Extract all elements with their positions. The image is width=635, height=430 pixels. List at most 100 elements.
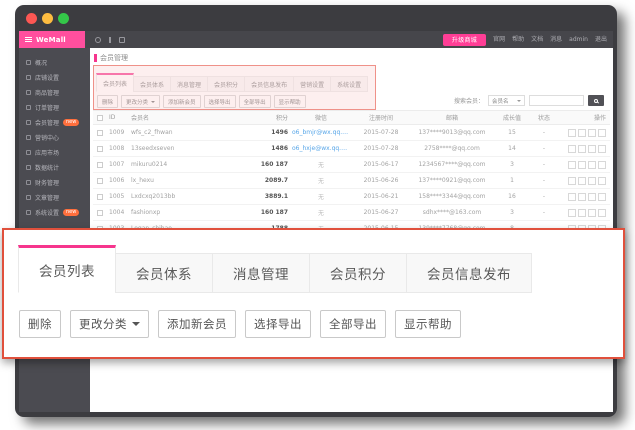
search-input[interactable] <box>529 95 584 106</box>
sidebar-item[interactable]: 订单管理 <box>19 100 90 115</box>
member-wechat[interactable]: o6_hxje@wx.qq.com <box>290 145 352 152</box>
member-tab[interactable]: 营销设置 <box>293 76 331 92</box>
message-icon[interactable] <box>578 145 586 153</box>
member-tab[interactable]: 会员积分 <box>207 76 245 92</box>
header-menu-item[interactable]: admin <box>569 34 588 46</box>
message-icon[interactable] <box>578 129 586 137</box>
message-icon[interactable] <box>578 193 586 201</box>
refresh-icon[interactable] <box>95 37 101 43</box>
row-checkbox[interactable] <box>97 210 103 216</box>
member-tab[interactable]: 会员体系 <box>115 253 213 293</box>
message-icon[interactable] <box>578 209 586 217</box>
header-menu-item[interactable]: 消息 <box>550 34 562 46</box>
close-window-button[interactable] <box>26 13 37 24</box>
member-wechat[interactable]: 无 <box>290 192 352 201</box>
upgrade-button[interactable]: 升级商城 <box>443 34 486 46</box>
header-menu-item[interactable]: 官网 <box>493 34 505 46</box>
member-status: - <box>530 129 558 136</box>
member-name[interactable]: wfs_c2_fhwan <box>129 129 238 136</box>
search-button[interactable] <box>588 95 604 106</box>
message-icon[interactable] <box>578 161 586 169</box>
toolbar-button[interactable]: 选择导出 <box>245 310 311 338</box>
message-icon[interactable] <box>578 177 586 185</box>
export-icon[interactable] <box>588 129 596 137</box>
member-name[interactable]: mikuru0214 <box>129 161 238 168</box>
export-icon[interactable] <box>588 209 596 217</box>
toolbar-button[interactable]: 显示帮助 <box>274 95 306 108</box>
toolbar-button[interactable]: 删除 <box>97 95 118 108</box>
toolbar-button[interactable]: 全部导出 <box>320 310 386 338</box>
member-email: 1234567****@qq.com <box>410 161 494 168</box>
app-logo[interactable]: WeMall <box>19 31 85 48</box>
member-name[interactable]: Lxdcxq2013bb <box>129 193 238 200</box>
sidebar-item[interactable]: 系统设置 new <box>19 205 90 220</box>
member-wechat[interactable]: 无 <box>290 208 352 217</box>
member-name[interactable]: 13seedxseven <box>129 145 238 152</box>
minimize-window-button[interactable] <box>42 13 53 24</box>
member-wechat[interactable]: 无 <box>290 160 352 169</box>
toolbar-button[interactable]: 更改分类 <box>70 310 149 338</box>
row-checkbox[interactable] <box>97 178 103 184</box>
row-checkbox[interactable] <box>97 130 103 136</box>
toolbar-button[interactable]: 选择导出 <box>204 95 236 108</box>
edit-icon[interactable] <box>568 193 576 201</box>
search-category-select[interactable]: 会员名 <box>488 95 525 106</box>
menu-icon <box>26 90 31 95</box>
member-tab[interactable]: 会员列表 <box>96 73 134 92</box>
header-menu-item[interactable]: 退出 <box>595 34 607 46</box>
member-points: 3889.1 <box>238 193 290 200</box>
toolbar-button[interactable]: 全部导出 <box>239 95 271 108</box>
delete-icon[interactable] <box>598 129 606 137</box>
row-checkbox[interactable] <box>97 194 103 200</box>
sidebar-item[interactable]: 数据统计 <box>19 160 90 175</box>
member-wechat[interactable]: o6_bmjr@wx.qq.com <box>290 129 352 136</box>
sidebar-item[interactable]: 营销中心 <box>19 130 90 145</box>
edit-icon[interactable] <box>568 129 576 137</box>
member-tab[interactable]: 会员体系 <box>133 76 171 92</box>
delete-icon[interactable] <box>598 161 606 169</box>
edit-icon[interactable] <box>568 145 576 153</box>
member-wechat[interactable]: 无 <box>290 176 352 185</box>
export-icon[interactable] <box>588 193 596 201</box>
sidebar-item[interactable]: 概况 <box>19 55 90 70</box>
select-all-checkbox[interactable] <box>97 115 103 121</box>
row-checkbox[interactable] <box>97 162 103 168</box>
edit-icon[interactable] <box>568 177 576 185</box>
member-tab[interactable]: 消息管理 <box>170 76 208 92</box>
delete-icon[interactable] <box>598 209 606 217</box>
sidebar-item[interactable]: 会员管理 new <box>19 115 90 130</box>
toolbar-button[interactable]: 更改分类 <box>121 95 160 108</box>
delete-icon[interactable] <box>598 177 606 185</box>
row-checkbox[interactable] <box>97 146 103 152</box>
export-icon[interactable] <box>588 161 596 169</box>
member-tab[interactable]: 会员信息发布 <box>406 253 532 293</box>
edit-icon[interactable] <box>568 161 576 169</box>
header-menu-item[interactable]: 帮助 <box>512 34 524 46</box>
row-actions <box>558 161 610 169</box>
store-icon[interactable] <box>119 37 125 43</box>
zoom-window-button[interactable] <box>58 13 69 24</box>
member-tab[interactable]: 会员信息发布 <box>244 76 294 92</box>
export-icon[interactable] <box>588 145 596 153</box>
sidebar-item[interactable]: 店铺设置 <box>19 70 90 85</box>
export-icon[interactable] <box>588 177 596 185</box>
member-name[interactable]: fashionxp <box>129 209 238 216</box>
sidebar-item[interactable]: 财务管理 <box>19 175 90 190</box>
member-tab[interactable]: 消息管理 <box>212 253 310 293</box>
toolbar-button[interactable]: 添加新会员 <box>158 310 236 338</box>
toolbar-button[interactable]: 添加新会员 <box>163 95 201 108</box>
sidebar-item[interactable]: 商品管理 <box>19 85 90 100</box>
member-tab[interactable]: 会员积分 <box>309 253 407 293</box>
header-menu-item[interactable]: 文档 <box>531 34 543 46</box>
sidebar-item[interactable]: 文章管理 <box>19 190 90 205</box>
toolbar-button[interactable]: 显示帮助 <box>395 310 461 338</box>
toolbar-button[interactable]: 删除 <box>19 310 61 338</box>
sidebar-item[interactable]: 应用市场 <box>19 145 90 160</box>
delete-icon[interactable] <box>598 145 606 153</box>
edit-icon[interactable] <box>568 209 576 217</box>
member-id: 1008 <box>107 145 129 152</box>
delete-icon[interactable] <box>598 193 606 201</box>
member-tab[interactable]: 会员列表 <box>18 245 116 293</box>
member-name[interactable]: lx_hexu <box>129 177 238 184</box>
member-tab[interactable]: 系统设置 <box>330 76 368 92</box>
